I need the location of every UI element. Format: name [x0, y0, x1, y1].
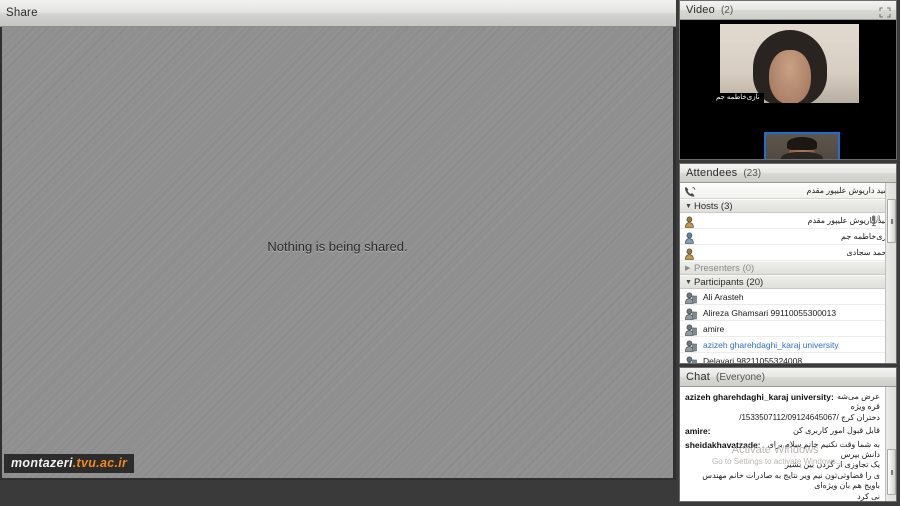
chat-message-line: نی کرد [685, 492, 880, 501]
chat-message-text: نی کرد [857, 491, 880, 501]
chat-message: amire: قابل قبول امور کاربری کن [685, 426, 880, 436]
video-pod: Video (2) نازی‌خاطمه جم [679, 0, 897, 160]
attendees-pod-header: Attendees (23) [680, 164, 896, 183]
video-feed-main-label: نازی‌خاطمه جم [712, 93, 764, 104]
chat-scrollbar[interactable] [885, 387, 896, 501]
video-pod-title: Video [686, 4, 715, 16]
chat-pod-header: Chat (Everyone) [680, 368, 896, 387]
adobe-connect-meeting-window: Share Nothing is being shared. montazeri… [0, 0, 900, 506]
video-pod-header: Video (2) [680, 1, 896, 20]
chat-message-text: به شما وقت نکنیم خانم سلام برای دانش بپر… [767, 439, 880, 459]
host-icon [684, 247, 697, 260]
attendee-name: Delavari 98211055324008 [703, 355, 803, 364]
attendee-group-header-presenters[interactable]: ▶ Presenters (0) [680, 261, 896, 275]
chat-message-text: دختران کرج /1533507112/09124645067/ [739, 412, 880, 422]
attendees-list[interactable]: ▼ Hosts (3) سید داریوش علیپور مقدم نازی‌خاط… [680, 199, 896, 363]
host-icon-active [684, 231, 697, 244]
chat-message-text: عرض می‌شه قره ویژه [836, 392, 880, 412]
attendee-row[interactable]: Ali Arasteh [680, 289, 896, 305]
chat-message-line: ی را قضاوتی‌تون نیم ویر نتایج به صادرات … [685, 471, 880, 492]
attendees-scrollbar-thumb[interactable] [887, 199, 896, 243]
video-feed-main[interactable] [720, 24, 859, 103]
attendees-pod: Attendees (23) سید داریوش علیپور مقدم ▼ H… [679, 163, 897, 364]
host-icon [684, 215, 697, 228]
chat-message-sender: sheidakhavatzade: [685, 439, 761, 450]
chevron-down-icon[interactable]: ▼ [685, 279, 694, 286]
attendee-group-header-participants[interactable]: ▼ Participants (20) [680, 275, 896, 289]
attendees-scrollbar[interactable] [885, 183, 896, 363]
chat-pod-title: Chat [686, 371, 711, 383]
attendees-pod-count: (23) [743, 167, 762, 179]
chat-message-text: ی را قضاوتی‌تون نیم ویر نتایج به صادرات … [702, 470, 880, 491]
attendee-row[interactable]: Delavari 98211055324008 [680, 353, 896, 363]
site-url-watermark: montazeri.tvu.ac.ir [4, 454, 135, 473]
chat-message-sender: amire: [685, 426, 711, 437]
chat-message-list[interactable]: azizeh gharehdaghi_karaj university: عرض … [680, 390, 885, 501]
attendee-name: Ali Arasteh [703, 291, 744, 302]
share-pod-title: Share [6, 7, 38, 19]
chat-message-line: دختران کرج /1533507112/09124645067/ [685, 413, 880, 423]
microphone-icon[interactable] [868, 214, 881, 227]
chat-pod: Chat (Everyone) azizeh gharehdaghi_karaj… [679, 367, 897, 502]
chat-pod-scope: (Everyone) [716, 371, 765, 383]
participant-icon [684, 339, 697, 352]
attendees-pod-body: سید داریوش علیپور مقدم ▼ Hosts (3) سید دار… [680, 183, 896, 363]
participant-icon [684, 323, 697, 336]
video-pod-count: (2) [720, 4, 734, 16]
attendee-group-header-hosts[interactable]: ▼ Hosts (3) [680, 199, 896, 213]
attendee-row[interactable]: azizeh gharehdaghi_karaj university [680, 337, 896, 353]
attendee-name: azizeh gharehdaghi_karaj university [703, 339, 839, 350]
chat-message: azizeh gharehdaghi_karaj university: عرض … [685, 392, 880, 423]
attendee-row[interactable]: Alireza Ghamsari 99110055300013 [680, 305, 896, 321]
share-pod-header: Share [0, 0, 676, 27]
url-watermark-domain: .tvu.ac.ir [72, 456, 128, 470]
chat-message-first-line: azizeh gharehdaghi_karaj university: عرض … [685, 392, 880, 413]
video-feed-secondary-torso [781, 152, 823, 159]
chevron-right-icon[interactable]: ▶ [685, 264, 694, 272]
phone-icon [683, 185, 696, 197]
attendee-row[interactable]: محمد سجادی [680, 245, 896, 261]
participant-icon [684, 355, 697, 363]
expand-icon[interactable] [879, 5, 891, 18]
attendees-pod-title: Attendees [686, 167, 738, 179]
participant-icon [684, 307, 697, 320]
share-pod: Share Nothing is being shared. montazeri… [0, 0, 676, 480]
attendee-self-name: سید داریوش علیپور مقدم [806, 186, 891, 195]
attendee-row[interactable]: سید داریوش علیپور مقدم [680, 213, 896, 229]
chat-message: sheidakhavatzade: به شما وقت نکنیم خانم س… [685, 440, 880, 501]
share-pod-body[interactable]: Nothing is being shared. [2, 27, 673, 478]
chat-message-text: یک تجاوزی از گردن بین بشیر [785, 460, 880, 470]
attendee-self-row[interactable]: سید داریوش علیپور مقدم [680, 183, 896, 199]
video-pod-body: نازی‌خاطمه جم ...سید داریوشی عطا [680, 20, 896, 159]
chat-message-sender: azizeh gharehdaghi_karaj university: [685, 392, 834, 402]
attendee-name: Alireza Ghamsari 99110055300013 [703, 307, 837, 318]
url-watermark-name: montazeri [11, 456, 73, 470]
attendee-group-label: Presenters (0) [694, 262, 755, 274]
attendee-row[interactable]: amire [680, 321, 896, 337]
chat-message-text: قابل قبول امور کاربری کن [792, 426, 880, 436]
attendee-group-label: Participants (20) [694, 276, 764, 288]
participant-icon [684, 291, 697, 304]
nothing-shared-message: Nothing is being shared. [267, 239, 408, 254]
chevron-down-icon[interactable]: ▼ [685, 203, 694, 210]
chat-message-first-line: amire: قابل قبول امور کاربری کن [685, 426, 880, 436]
chat-scrollbar-thumb[interactable] [887, 449, 896, 495]
attendee-row[interactable]: نازی‌خاطمه جم [680, 229, 896, 245]
video-feed-secondary-hair [787, 137, 817, 150]
video-feed-secondary[interactable]: ...سید داریوشی عطا [764, 132, 840, 159]
chat-message-line: یک تجاوزی از گردن بین بشیر [685, 460, 880, 470]
attendee-name: نازی‌خاطمه جم [841, 232, 891, 241]
chat-pod-body: azizeh gharehdaghi_karaj university: عرض … [680, 387, 896, 501]
attendee-group-label: Hosts (3) [694, 200, 733, 212]
attendee-name: amire [703, 323, 725, 334]
chat-message-first-line: sheidakhavatzade: به شما وقت نکنیم خانم س… [685, 440, 880, 461]
